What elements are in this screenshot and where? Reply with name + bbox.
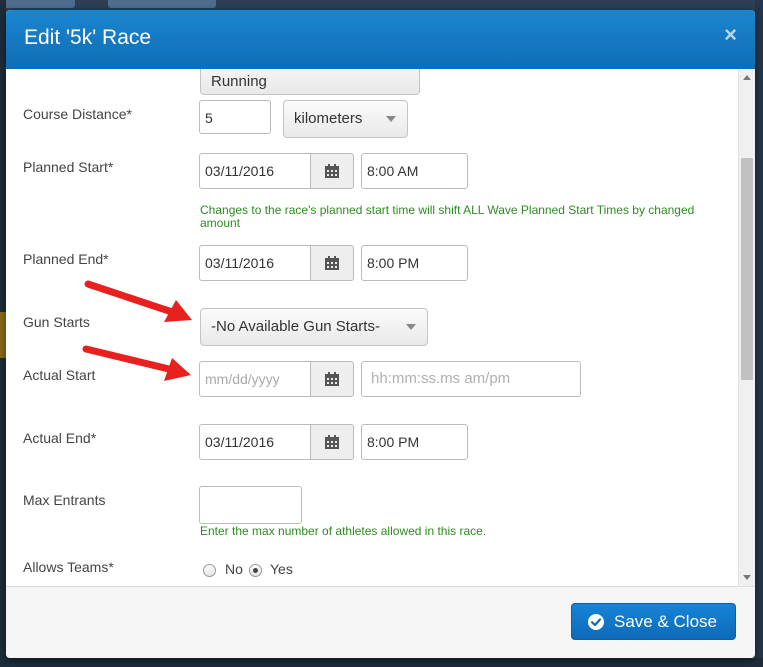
- actual-end-date-input[interactable]: 03/11/2016: [199, 424, 311, 460]
- allows-teams-yes-radio[interactable]: [249, 564, 262, 577]
- calendar-icon: [325, 164, 339, 178]
- race-type-select[interactable]: Running: [200, 69, 420, 95]
- distance-unit-select[interactable]: kilometers: [283, 100, 408, 138]
- planned-end-date-input[interactable]: 03/11/2016: [199, 245, 311, 281]
- chevron-down-icon: [406, 324, 416, 330]
- gun-starts-label: Gun Starts: [23, 314, 90, 330]
- background-tab: [108, 0, 216, 8]
- allows-teams-label: Allows Teams*: [23, 559, 114, 575]
- planned-start-help-text: Changes to the race's planned start time…: [200, 203, 695, 230]
- scroll-up-arrow-icon[interactable]: [743, 75, 751, 80]
- background-bottom-edge: [0, 658, 763, 667]
- background-right-edge: [755, 0, 763, 667]
- close-icon[interactable]: ×: [724, 22, 737, 48]
- actual-start-label: Actual Start: [23, 367, 96, 383]
- planned-end-calendar-button[interactable]: [311, 245, 354, 281]
- check-circle-icon: [588, 614, 604, 630]
- planned-end-label: Planned End*: [23, 251, 109, 267]
- max-entrants-help-text: Enter the max number of athletes allowed…: [200, 524, 487, 538]
- scrollbar-thumb[interactable]: [741, 158, 753, 380]
- calendar-icon: [325, 256, 339, 270]
- max-entrants-label: Max Entrants: [23, 492, 106, 508]
- allows-teams-no-radio[interactable]: [203, 564, 216, 577]
- planned-start-time-input[interactable]: 8:00 AM: [361, 153, 468, 189]
- actual-end-label: Actual End*: [23, 430, 97, 446]
- calendar-icon: [325, 372, 339, 386]
- allows-teams-yes-label[interactable]: Yes: [270, 561, 293, 577]
- actual-start-time-input[interactable]: hh:mm:ss.ms am/pm: [361, 361, 581, 397]
- actual-start-calendar-button[interactable]: [311, 361, 354, 397]
- planned-end-time-input[interactable]: 8:00 PM: [361, 245, 468, 281]
- scroll-down-arrow-icon[interactable]: [743, 575, 751, 580]
- chevron-down-icon: [386, 116, 396, 122]
- dialog-footer: Save & Close: [6, 586, 755, 658]
- edit-race-dialog: Edit '5k' Race × Running Course Distance…: [6, 10, 755, 658]
- calendar-icon: [325, 435, 339, 449]
- planned-start-label: Planned Start*: [23, 159, 114, 175]
- planned-start-date-input[interactable]: 03/11/2016: [199, 153, 311, 189]
- save-and-close-button[interactable]: Save & Close: [571, 603, 736, 640]
- background-tab: [0, 0, 75, 8]
- actual-end-time-input[interactable]: 8:00 PM: [361, 424, 468, 460]
- save-and-close-label: Save & Close: [614, 612, 717, 631]
- actual-start-date-input[interactable]: mm/dd/yyyy: [199, 361, 311, 397]
- dialog-header: Edit '5k' Race ×: [6, 10, 755, 69]
- course-distance-input[interactable]: 5: [199, 100, 271, 134]
- race-type-value: Running: [211, 73, 267, 90]
- dialog-body[interactable]: Running Course Distance* 5 kilometers Pl…: [6, 69, 755, 586]
- planned-start-calendar-button[interactable]: [311, 153, 354, 189]
- dialog-scrollbar[interactable]: [738, 69, 755, 586]
- course-distance-label: Course Distance*: [23, 106, 132, 122]
- actual-end-calendar-button[interactable]: [311, 424, 354, 460]
- dialog-title: Edit '5k' Race: [24, 26, 152, 49]
- allows-teams-no-label[interactable]: No: [225, 561, 243, 577]
- gun-starts-value: -No Available Gun Starts-: [211, 318, 380, 335]
- gun-starts-select[interactable]: -No Available Gun Starts-: [200, 308, 428, 346]
- max-entrants-input[interactable]: [199, 486, 302, 524]
- distance-unit-value: kilometers: [294, 110, 363, 127]
